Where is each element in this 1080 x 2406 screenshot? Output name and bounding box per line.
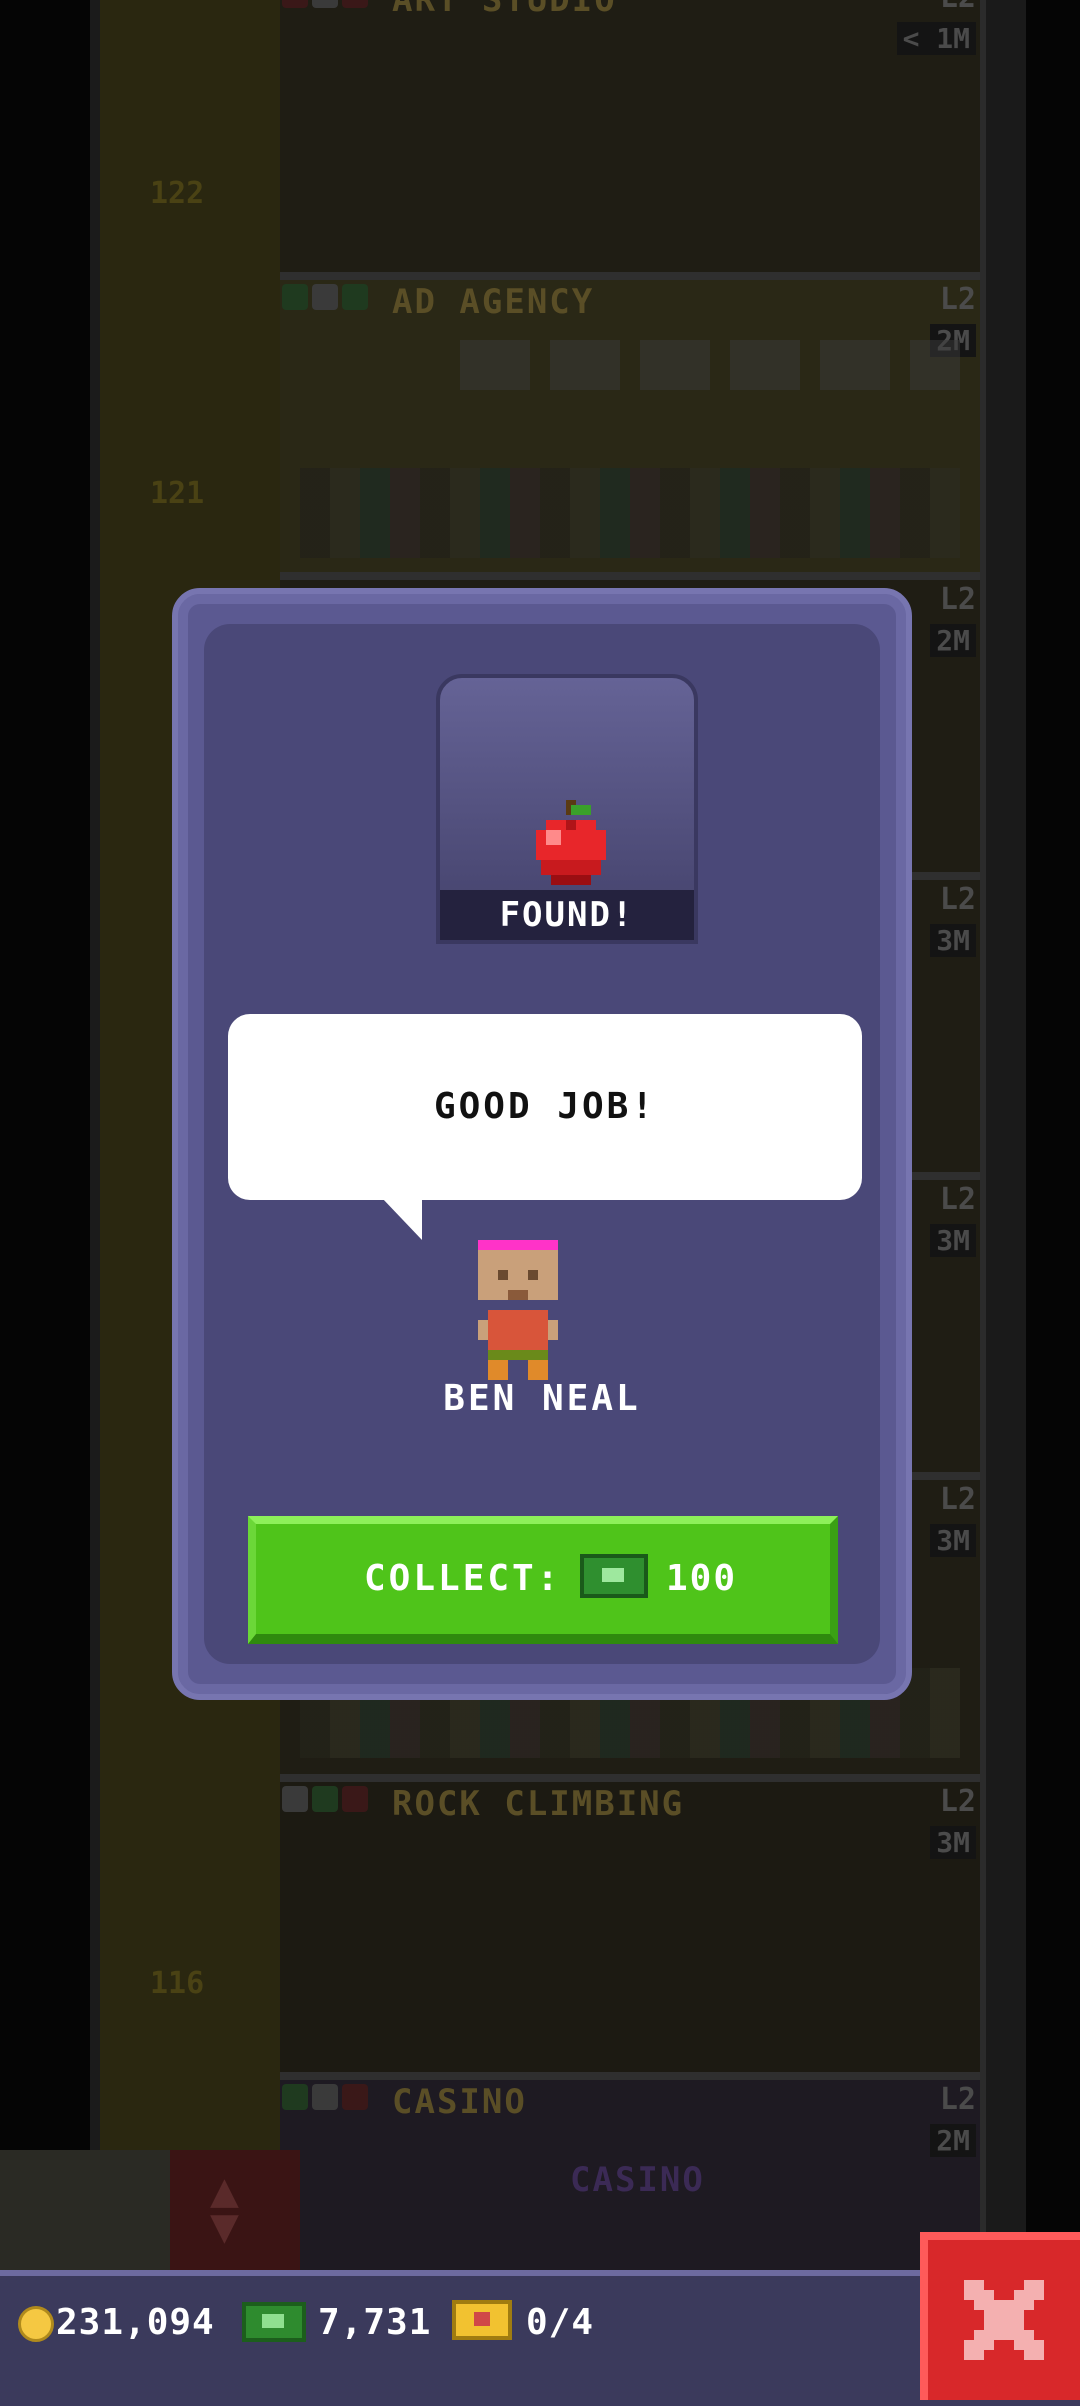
dialog-panel: FOUND! GOOD JOB! BEN NEAL COLLECT: 100	[204, 624, 880, 1664]
floor-status-icons	[282, 2084, 382, 2112]
found-label: FOUND!	[440, 890, 694, 940]
floor-level: L2	[939, 2082, 976, 2117]
speech-bubble-tail	[382, 1198, 422, 1240]
floor-level: L2	[939, 582, 976, 617]
floor-level: L2	[939, 1784, 976, 1819]
floor-number: 121	[150, 476, 205, 511]
close-button[interactable]	[920, 2232, 1080, 2400]
floor-status-icons	[282, 1786, 382, 1814]
floor-price: 3M	[930, 924, 976, 957]
ticket-count: 0/4	[526, 2302, 595, 2343]
speech-text: GOOD JOB!	[433, 1086, 657, 1127]
build-floor-button[interactable]	[0, 2150, 170, 2270]
tower-scrollbar[interactable]	[980, 0, 1026, 2270]
found-item-card: FOUND!	[436, 674, 698, 944]
floor-price: 3M	[930, 1826, 976, 1859]
bitizen-thought-bubbles	[460, 340, 960, 390]
floor-status-icons	[282, 0, 382, 10]
floor-price: 2M	[930, 624, 976, 657]
speech-bubble: GOOD JOB!	[228, 1014, 862, 1200]
apple-icon	[536, 800, 606, 885]
bitizen-crowd	[300, 468, 960, 558]
floor-level: L2	[939, 1182, 976, 1217]
floor-price: 3M	[930, 1224, 976, 1257]
casino-sign: CASINO	[570, 2160, 705, 2200]
floor-level: L2	[939, 1482, 976, 1517]
collect-amount: 100	[666, 1558, 738, 1599]
bitizen-avatar	[478, 1240, 558, 1380]
floor-name: CASINO	[392, 2082, 527, 2122]
bitizen-name: BEN NEAL	[443, 1378, 641, 1419]
floor-name: ART STUDIO	[392, 0, 617, 20]
collect-button[interactable]: COLLECT: 100	[248, 1516, 838, 1644]
floor-number: 116	[150, 1966, 205, 2001]
coin-balance: 231,094	[56, 2302, 215, 2343]
resource-bar: 231,094 7,731 0/4	[0, 2270, 1080, 2406]
floor-name: ROCK CLIMBING	[392, 1784, 685, 1824]
collect-label: COLLECT:	[364, 1558, 562, 1599]
floor-price: < 1M	[896, 22, 976, 55]
coin-icon	[18, 2306, 54, 2342]
bux-icon	[580, 1554, 648, 1598]
found-item-dialog: FOUND! GOOD JOB! BEN NEAL COLLECT: 100	[172, 588, 912, 1700]
golden-ticket-icon	[452, 2300, 512, 2340]
floor-level: L2	[939, 282, 976, 317]
floor-status-icons	[282, 284, 382, 312]
floor-number: 122	[150, 176, 205, 211]
close-icon	[964, 2280, 1044, 2360]
floor-price: 2M	[930, 2124, 976, 2157]
floor-art-studio[interactable]: ART STUDIO L2 < 1M	[280, 0, 980, 282]
floor-ad-agency[interactable]: AD AGENCY L2 2M	[280, 272, 980, 584]
bux-icon	[242, 2302, 306, 2342]
floor-price: 3M	[930, 1524, 976, 1557]
elevator-button[interactable]: ▲ ▼	[170, 2150, 300, 2270]
floor-name: AD AGENCY	[392, 282, 595, 322]
floor-rock-climbing[interactable]: ROCK CLIMBING L2 3M	[280, 1774, 980, 2086]
up-down-arrows-icon: ▲ ▼	[210, 2162, 239, 2254]
floor-level: L2	[939, 882, 976, 917]
floor-level: L2	[940, 0, 976, 15]
bux-balance: 7,731	[318, 2302, 432, 2343]
